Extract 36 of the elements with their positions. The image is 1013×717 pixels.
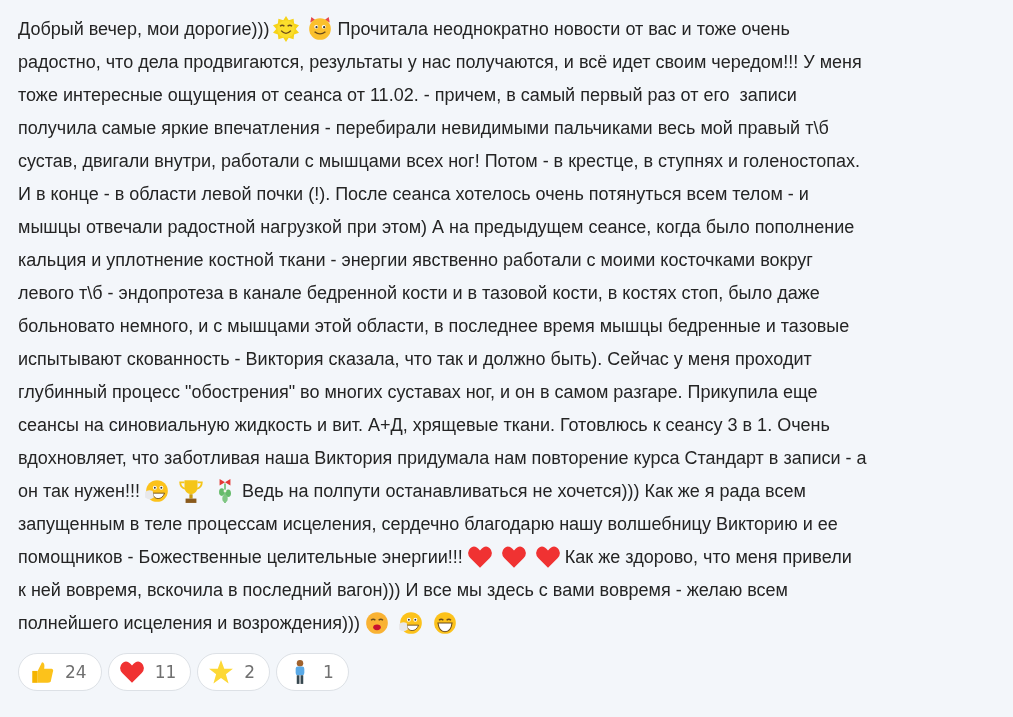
thumbs-up-icon [29,659,55,685]
laughing-face-icon [144,477,171,504]
sun-face-icon [273,15,300,42]
comment-text: И в конце - в области левой почки (!). После сеанса хотелось очень потянуться всем телом - и [18,182,809,205]
reaction-button[interactable]: 2 [197,653,271,691]
comment-text: Как же здорово, что меня привели [564,545,852,568]
comment-text: тоже интересные ощущения от сеанса от 11.02. - причем, в самый первый раз от его записи [18,83,797,106]
grinning-face-icon [431,609,458,636]
comment-text: вдохновляет, что заботливая наша Виктория придумала нам повторение курса Стандарт в записи - а [18,446,867,469]
reaction-button[interactable]: 1 [276,653,349,691]
comment-text: сеансы на синовиальную жидкость и вит. А+Д, хрящевые ткани. Готовлюсь к сеансу 3 в 1. Очень [18,413,830,436]
comment-text: полнейшего исцеления и возрождения))) [18,611,360,634]
comment-text: запущенным в теле процессам исцеления, сердечно благодарю нашу волшебницу Викторию и ее [18,512,838,535]
comment-text: Добрый вечер, мои дорогие))) [18,17,270,40]
comment-text: сустав, двигали внутри, работали с мышцами всех ног! Потом - в крестце, в ступнях и голеностопах. [18,149,860,172]
trophy-icon [178,477,205,504]
reaction-button[interactable]: 24 [18,653,102,691]
heart-icon [118,659,145,685]
comment-text: помощников - Божественные целительные энергии!!! [18,545,463,568]
star-icon [208,659,235,685]
laughing-face-icon [397,609,424,636]
comment-text: мышцы отвечали радостной нагрузкой при этом) А на предыдущем сеансе, когда было пополнение [18,215,855,238]
kissing-face-icon [363,609,390,636]
reaction-button[interactable]: 11 [107,653,192,691]
comment-text: Прочитала неоднократно новости от вас и тоже очень [337,17,790,40]
comment-text: кальция и уплотнение костной ткани - энергии явственно работали с моими косточками вокруг [18,248,813,271]
comment-text: глубинный процесс "обострения" во многих суставах ног, и он в самом разгаре. Прикупила еще [18,380,818,403]
comment-text: радостно, что дела продвигаются, результаты у нас получаются, и всё идет своим чередом!!! У меня [18,50,862,73]
comment-text: он так нужен!!! [18,479,141,502]
comment-text: получила самые яркие впечатления - перебирали невидимыми пальчиками весь мой правый т\б [18,116,829,139]
horned-smiley-icon [307,15,334,42]
comment-text: больновато немного, и с мышцами этой области, в последнее время мышцы бедренные и тазовые [18,314,850,337]
comment-text: левого т\б - эндопротеза в канале бедренной кости и в тазовой кости, в костях стоп, было даже [18,281,820,304]
comment-text: к ней вовремя, вскочила в последний вагон))) И все мы здесь с вами вовремя - желаю всем [18,578,788,601]
comment-text: Ведь на полпути останавливаться не хочется))) Как же я рада всем [242,479,806,502]
comment-text: испытывают скованность - Виктория сказала, что так и должно быть). Сейчас у меня проходит [18,347,812,370]
